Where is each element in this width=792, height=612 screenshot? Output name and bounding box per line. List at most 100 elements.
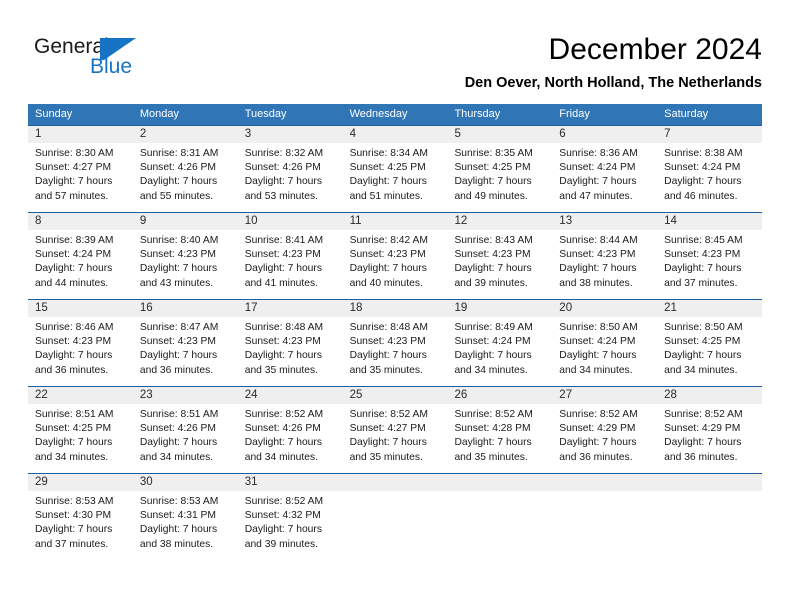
logo-text-blue: Blue [90,55,133,78]
day-detail-line: Sunset: 4:32 PM [244,510,321,522]
day-detail-line: Sunset: 4:30 PM [35,510,112,522]
day-detail-line: and 36 minutes. [35,364,109,376]
day-detail-line: Daylight: 7 hours [244,176,322,188]
day-detail-line: Sunrise: 8:50 AM [559,322,638,333]
day-cell[interactable]: 21 Sunrise: 8:50 AM Sunset: 4:25 PM Dayligh… [657,300,763,386]
day-cell[interactable]: 10 Sunrise: 8:41 AM Sunset: 4:23 PM Dayligh… [237,213,343,299]
day-details: Sunrise: 8:52 AM Sunset: 4:28 PM Daylight:… [447,404,552,465]
day-number: 12 [447,213,553,230]
day-detail-line: Daylight: 7 hours [244,524,322,536]
day-cell[interactable]: 12 Sunrise: 8:43 AM Sunset: 4:23 PM Dayligh… [447,213,553,299]
day-detail-line: Sunset: 4:24 PM [559,336,636,348]
day-detail-line: Sunrise: 8:52 AM [244,496,324,507]
day-number: 15 [28,300,133,317]
calendar-week-row: 22 Sunrise: 8:51 AM Sunset: 4:25 PM Dayligh… [28,386,763,473]
day-cell[interactable]: 20 Sunrise: 8:50 AM Sunset: 4:24 PM Dayligh… [552,300,658,386]
day-number: 14 [657,213,763,230]
day-details: Sunrise: 8:32 AM Sunset: 4:26 PM Daylight:… [238,143,343,204]
day-details: Sunrise: 8:49 AM Sunset: 4:24 PM Daylight:… [447,317,552,378]
day-cell[interactable]: 13 Sunrise: 8:44 AM Sunset: 4:23 PM Dayligh… [552,213,658,299]
day-number: 13 [552,213,658,230]
day-cell-empty [657,474,763,560]
day-details [552,491,657,495]
day-cell[interactable]: 6 Sunrise: 8:36 AM Sunset: 4:24 PM Daylight… [552,126,658,212]
day-detail-line: Daylight: 7 hours [35,176,113,188]
weekday-header-tuesday: Tuesday [244,108,287,120]
day-number: 29 [28,474,133,491]
day-cell[interactable]: 11 Sunrise: 8:42 AM Sunset: 4:23 PM Dayligh… [342,213,448,299]
day-cell[interactable]: 26 Sunrise: 8:52 AM Sunset: 4:28 PM Dayligh… [447,387,553,473]
day-cell[interactable]: 27 Sunrise: 8:52 AM Sunset: 4:29 PM Dayligh… [552,387,658,473]
day-detail-line: Daylight: 7 hours [244,263,322,275]
day-cell[interactable]: 8 Sunrise: 8:39 AM Sunset: 4:24 PM Daylight… [28,213,133,299]
day-detail-line: Sunset: 4:26 PM [244,162,321,174]
day-details [657,491,762,495]
generalblue-logo[interactable]: General Blue [34,36,154,84]
day-cell[interactable]: 30 Sunrise: 8:53 AM Sunset: 4:31 PM Dayligh… [132,474,238,560]
day-cell[interactable]: 1 Sunrise: 8:30 AM Sunset: 4:27 PM Daylight… [28,126,133,212]
day-cell[interactable]: 25 Sunrise: 8:52 AM Sunset: 4:27 PM Dayligh… [342,387,448,473]
day-cell[interactable]: 24 Sunrise: 8:52 AM Sunset: 4:26 PM Dayligh… [237,387,343,473]
day-detail-line: Daylight: 7 hours [35,524,113,536]
day-cell[interactable]: 23 Sunrise: 8:51 AM Sunset: 4:26 PM Dayligh… [132,387,238,473]
day-details: Sunrise: 8:47 AM Sunset: 4:23 PM Daylight:… [133,317,238,378]
day-cell[interactable]: 4 Sunrise: 8:34 AM Sunset: 4:25 PM Daylight… [342,126,448,212]
day-detail-line: Sunset: 4:27 PM [349,423,426,435]
day-detail-line: Sunrise: 8:52 AM [454,409,533,420]
day-details: Sunrise: 8:36 AM Sunset: 4:24 PM Daylight:… [552,143,657,204]
day-detail-line: Sunrise: 8:40 AM [139,235,219,246]
day-detail-line: Sunrise: 8:52 AM [244,409,324,420]
week-cells: 8 Sunrise: 8:39 AM Sunset: 4:24 PM Daylight… [28,213,763,299]
day-detail-line: and 34 minutes. [139,451,214,463]
day-number: 11 [342,213,448,230]
day-details: Sunrise: 8:41 AM Sunset: 4:23 PM Daylight:… [238,230,343,291]
day-detail-line: and 35 minutes. [244,364,318,376]
day-cell[interactable]: 14 Sunrise: 8:45 AM Sunset: 4:23 PM Dayligh… [657,213,763,299]
week-cells: 22 Sunrise: 8:51 AM Sunset: 4:25 PM Dayligh… [28,387,763,473]
day-detail-line: Daylight: 7 hours [35,437,113,449]
day-detail-line: and 39 minutes. [454,277,528,289]
day-cell[interactable]: 19 Sunrise: 8:49 AM Sunset: 4:24 PM Dayligh… [447,300,553,386]
day-cell[interactable]: 5 Sunrise: 8:35 AM Sunset: 4:25 PM Daylight… [447,126,553,212]
day-cell[interactable]: 2 Sunrise: 8:31 AM Sunset: 4:26 PM Daylight… [132,126,238,212]
day-details: Sunrise: 8:48 AM Sunset: 4:23 PM Daylight:… [343,317,448,378]
day-details: Sunrise: 8:39 AM Sunset: 4:24 PM Daylight:… [28,230,133,291]
day-cell[interactable]: 3 Sunrise: 8:32 AM Sunset: 4:26 PM Daylight… [237,126,343,212]
day-detail-line: Sunset: 4:24 PM [454,336,531,348]
day-cell[interactable]: 31 Sunrise: 8:52 AM Sunset: 4:32 PM Dayligh… [237,474,343,560]
day-detail-line: Sunset: 4:25 PM [454,162,531,174]
day-detail-line: and 34 minutes. [244,451,318,463]
day-cell[interactable]: 22 Sunrise: 8:51 AM Sunset: 4:25 PM Dayligh… [28,387,133,473]
day-detail-line: Sunrise: 8:41 AM [244,235,324,246]
day-cell[interactable]: 29 Sunrise: 8:53 AM Sunset: 4:30 PM Dayligh… [28,474,133,560]
day-details: Sunrise: 8:48 AM Sunset: 4:23 PM Daylight:… [238,317,343,378]
day-number: 16 [132,300,238,317]
day-number: 8 [28,213,133,230]
day-detail-line: Daylight: 7 hours [349,350,427,362]
day-cell[interactable]: 17 Sunrise: 8:48 AM Sunset: 4:23 PM Dayligh… [237,300,343,386]
day-number: 18 [342,300,448,317]
day-number: 2 [132,126,238,143]
day-cell[interactable]: 9 Sunrise: 8:40 AM Sunset: 4:23 PM Daylight… [132,213,238,299]
day-detail-line: Sunset: 4:23 PM [244,249,321,261]
day-number: 23 [132,387,238,404]
day-detail-line: Sunrise: 8:39 AM [35,235,114,246]
day-cell[interactable]: 7 Sunrise: 8:38 AM Sunset: 4:24 PM Daylight… [657,126,763,212]
day-number: 9 [132,213,238,230]
day-detail-line: and 55 minutes. [139,190,214,202]
title-block: December 2024 Den Oever, North Holland, … [465,32,762,93]
day-detail-line: Daylight: 7 hours [664,437,742,449]
day-cell[interactable]: 15 Sunrise: 8:46 AM Sunset: 4:23 PM Dayligh… [28,300,133,386]
day-detail-line: Daylight: 7 hours [664,350,742,362]
day-cell[interactable]: 28 Sunrise: 8:52 AM Sunset: 4:29 PM Dayligh… [657,387,763,473]
day-detail-line: Daylight: 7 hours [559,263,637,275]
day-cell[interactable]: 16 Sunrise: 8:47 AM Sunset: 4:23 PM Dayligh… [132,300,238,386]
day-number: 7 [657,126,763,143]
day-detail-line: Daylight: 7 hours [35,350,113,362]
day-cell[interactable]: 18 Sunrise: 8:48 AM Sunset: 4:23 PM Dayligh… [342,300,448,386]
day-number [447,474,553,491]
day-detail-line: and 43 minutes. [139,277,214,289]
day-details: Sunrise: 8:42 AM Sunset: 4:23 PM Daylight:… [343,230,448,291]
day-detail-line: Daylight: 7 hours [664,263,742,275]
day-detail-line: Sunset: 4:25 PM [35,423,112,435]
